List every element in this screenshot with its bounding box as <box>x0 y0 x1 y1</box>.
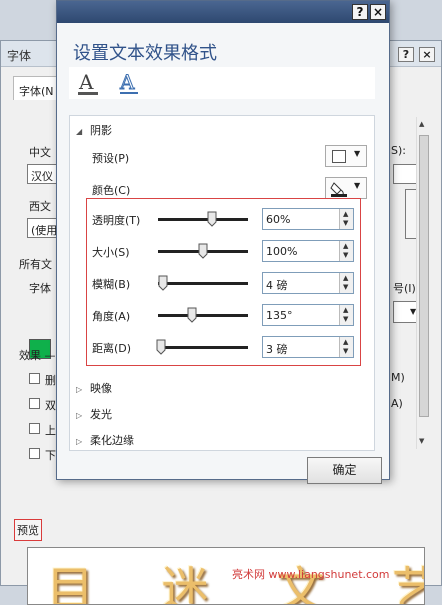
color-label: 颜色(C) <box>92 184 131 197</box>
spin-down-icon[interactable]: ▼ <box>343 284 348 291</box>
close-button[interactable]: × <box>370 4 386 20</box>
distance-label: 距离(D) <box>92 342 132 355</box>
spinner-buttons[interactable]: ▲ ▼ <box>339 273 353 293</box>
checkbox-double[interactable] <box>29 398 40 409</box>
text-outline-icon[interactable]: A <box>117 69 141 103</box>
effect-category-bar: A A <box>69 67 375 99</box>
text-fill-icon[interactable]: A <box>77 69 99 103</box>
expand-triangle-icon: ▷ <box>76 411 83 420</box>
expand-triangle-icon: ▷ <box>76 385 83 394</box>
chevron-down-icon: ▼ <box>354 149 361 158</box>
scroll-down-icon[interactable]: ▼ <box>419 437 424 445</box>
effects-label: 效果 — <box>19 349 56 362</box>
spin-down-icon[interactable]: ▼ <box>343 220 348 227</box>
section-soft-edges[interactable]: ▷ 柔化边缘 <box>76 432 134 448</box>
ok-button[interactable]: 确定 <box>307 457 382 484</box>
dialog-titlebar: ? × <box>57 1 389 23</box>
checkbox-double-label: 双 <box>45 399 56 412</box>
right-label-s: S): <box>391 144 406 157</box>
chevron-down-icon: ▼ <box>354 181 361 190</box>
spin-down-icon[interactable]: ▼ <box>343 348 348 355</box>
size-slider-thumb[interactable] <box>198 243 208 259</box>
distance-spinner[interactable]: 3 磅 ▲ ▼ <box>262 336 354 358</box>
close-button[interactable]: × <box>419 47 435 62</box>
shadow-preset-icon <box>332 150 346 163</box>
western-font-label: 西文 <box>29 200 51 213</box>
checkbox-superscript-label: 上 <box>45 424 56 437</box>
blur-slider[interactable] <box>158 282 248 285</box>
checkbox-strikethrough[interactable] <box>29 373 40 384</box>
section-shadow[interactable]: ◢ 阴影 <box>76 122 112 138</box>
right-label-a: A) <box>391 397 403 410</box>
preset-dropdown[interactable]: ▼ <box>325 145 367 167</box>
size-value: 100% <box>266 245 298 258</box>
spinner-buttons[interactable]: ▲ ▼ <box>339 337 353 357</box>
angle-spinner[interactable]: 135° ▲ ▼ <box>262 304 354 326</box>
blur-slider-thumb[interactable] <box>158 275 168 291</box>
color-dropdown[interactable]: ▼ <box>325 177 367 199</box>
dialog-heading: 设置文本效果格式 <box>73 43 217 64</box>
spin-down-icon[interactable]: ▼ <box>343 252 348 259</box>
size-label: 大小(S) <box>92 246 130 259</box>
help-button[interactable]: ? <box>352 4 368 20</box>
svg-text:A: A <box>119 70 135 94</box>
right-label-m: M) <box>391 371 405 384</box>
transparency-slider-thumb[interactable] <box>207 211 217 227</box>
expand-triangle-icon: ▷ <box>76 437 83 446</box>
spin-up-icon[interactable]: ▲ <box>343 211 348 218</box>
transparency-label: 透明度(T) <box>92 214 141 227</box>
font-dialog-title: 字体 <box>7 49 32 63</box>
scroll-up-icon[interactable]: ▲ <box>419 120 424 128</box>
checkbox-subscript[interactable] <box>29 448 40 459</box>
spin-up-icon[interactable]: ▲ <box>343 339 348 346</box>
distance-slider-thumb[interactable] <box>156 339 166 355</box>
section-reflection[interactable]: ▷ 映像 <box>76 380 112 396</box>
svg-text:A: A <box>78 70 94 94</box>
angle-label: 角度(A) <box>92 310 131 323</box>
font-color-label: 字体 <box>29 282 51 295</box>
blur-spinner[interactable]: 4 磅 ▲ ▼ <box>262 272 354 294</box>
distance-value: 3 磅 <box>266 343 288 356</box>
checkbox-superscript[interactable] <box>29 423 40 434</box>
spinner-buttons[interactable]: ▲ ▼ <box>339 305 353 325</box>
angle-slider[interactable] <box>158 314 248 317</box>
transparency-value: 60% <box>266 213 291 226</box>
section-glow[interactable]: ▷ 发光 <box>76 406 112 422</box>
chinese-font-label: 中文 <box>29 146 51 159</box>
angle-value: 135° <box>266 309 293 322</box>
preset-label: 预设(P) <box>92 152 130 165</box>
help-button[interactable]: ? <box>398 47 414 62</box>
panel-scrollbar[interactable]: ▲ ▼ <box>416 117 430 449</box>
distance-slider[interactable] <box>158 346 248 349</box>
checkbox-subscript-label: 下 <box>45 449 56 462</box>
all-text-label: 所有文 <box>19 258 52 271</box>
paint-bucket-icon <box>330 182 347 197</box>
spin-down-icon[interactable]: ▼ <box>343 316 348 323</box>
blur-label: 模糊(B) <box>92 278 131 291</box>
angle-slider-thumb[interactable] <box>187 307 197 323</box>
spinner-buttons[interactable]: ▲ ▼ <box>339 209 353 229</box>
scrollbar-thumb[interactable] <box>419 135 429 417</box>
watermark: 亮术网 www.liangshunet.com <box>232 568 390 581</box>
spinner-buttons[interactable]: ▲ ▼ <box>339 241 353 261</box>
transparency-slider[interactable] <box>158 218 248 221</box>
spin-up-icon[interactable]: ▲ <box>343 243 348 250</box>
collapse-triangle-icon: ◢ <box>76 127 83 136</box>
blur-value: 4 磅 <box>266 279 288 292</box>
preview-label: 预览 <box>14 519 42 541</box>
checkbox-strikethrough-label: 删 <box>45 374 56 387</box>
spin-up-icon[interactable]: ▲ <box>343 307 348 314</box>
size-spinner[interactable]: 100% ▲ ▼ <box>262 240 354 262</box>
spin-up-icon[interactable]: ▲ <box>343 275 348 282</box>
transparency-spinner[interactable]: 60% ▲ ▼ <box>262 208 354 230</box>
